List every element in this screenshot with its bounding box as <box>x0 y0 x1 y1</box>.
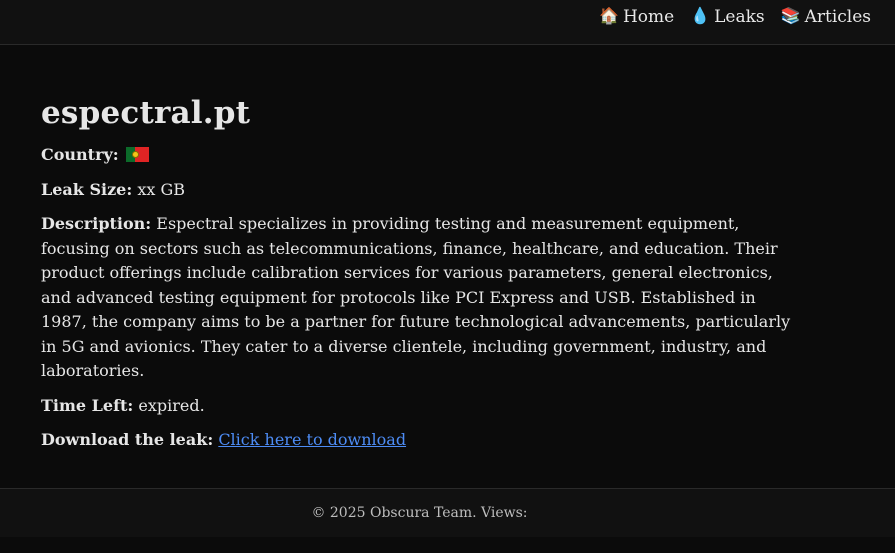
droplet-icon: 💧 <box>690 6 711 25</box>
house-icon: 🏠 <box>599 6 619 25</box>
page-title: espectral.pt <box>41 95 251 131</box>
leak-details: espectral.pt Country: Leak Size: xx GB D… <box>41 95 806 463</box>
download-link[interactable]: Click here to download <box>218 430 406 449</box>
download-row: Download the leak: Click here to downloa… <box>41 428 806 453</box>
description-text: Espectral specializes in providing testi… <box>41 214 791 380</box>
portugal-flag-icon <box>125 147 149 162</box>
leak-size-row: Leak Size: xx GB <box>41 178 806 203</box>
footer-text: © 2025 Obscura Team. Views: <box>311 505 528 521</box>
description-label: Description: <box>41 214 152 233</box>
footer: © 2025 Obscura Team. Views: <box>0 488 895 537</box>
leak-size-label: Leak Size: <box>41 179 133 199</box>
time-left-value: expired. <box>138 395 205 415</box>
top-navigation-bar: 🏠 Home 💧 Leaks 📚 Articles <box>0 0 895 45</box>
nav-item-leaks[interactable]: 💧 Leaks <box>690 7 764 27</box>
time-left-label: Time Left: <box>41 395 134 415</box>
description-row: Description: Espectral specializes in pr… <box>41 212 806 384</box>
nav-item-articles[interactable]: 📚 Articles <box>781 7 871 27</box>
country-row: Country: <box>41 143 806 168</box>
nav-item-home[interactable]: 🏠 Home <box>599 7 674 27</box>
leak-size-value: xx GB <box>137 179 186 199</box>
country-label: Country: <box>41 145 119 164</box>
download-label: Download the leak: <box>41 430 214 449</box>
nav-item-label: Home <box>622 7 675 27</box>
time-left-row: Time Left: expired. <box>41 394 806 419</box>
nav-item-label: Articles <box>804 7 871 27</box>
nav-menu: 🏠 Home 💧 Leaks 📚 Articles <box>599 7 871 27</box>
nav-item-label: Leaks <box>714 7 765 27</box>
books-icon: 📚 <box>780 6 801 25</box>
